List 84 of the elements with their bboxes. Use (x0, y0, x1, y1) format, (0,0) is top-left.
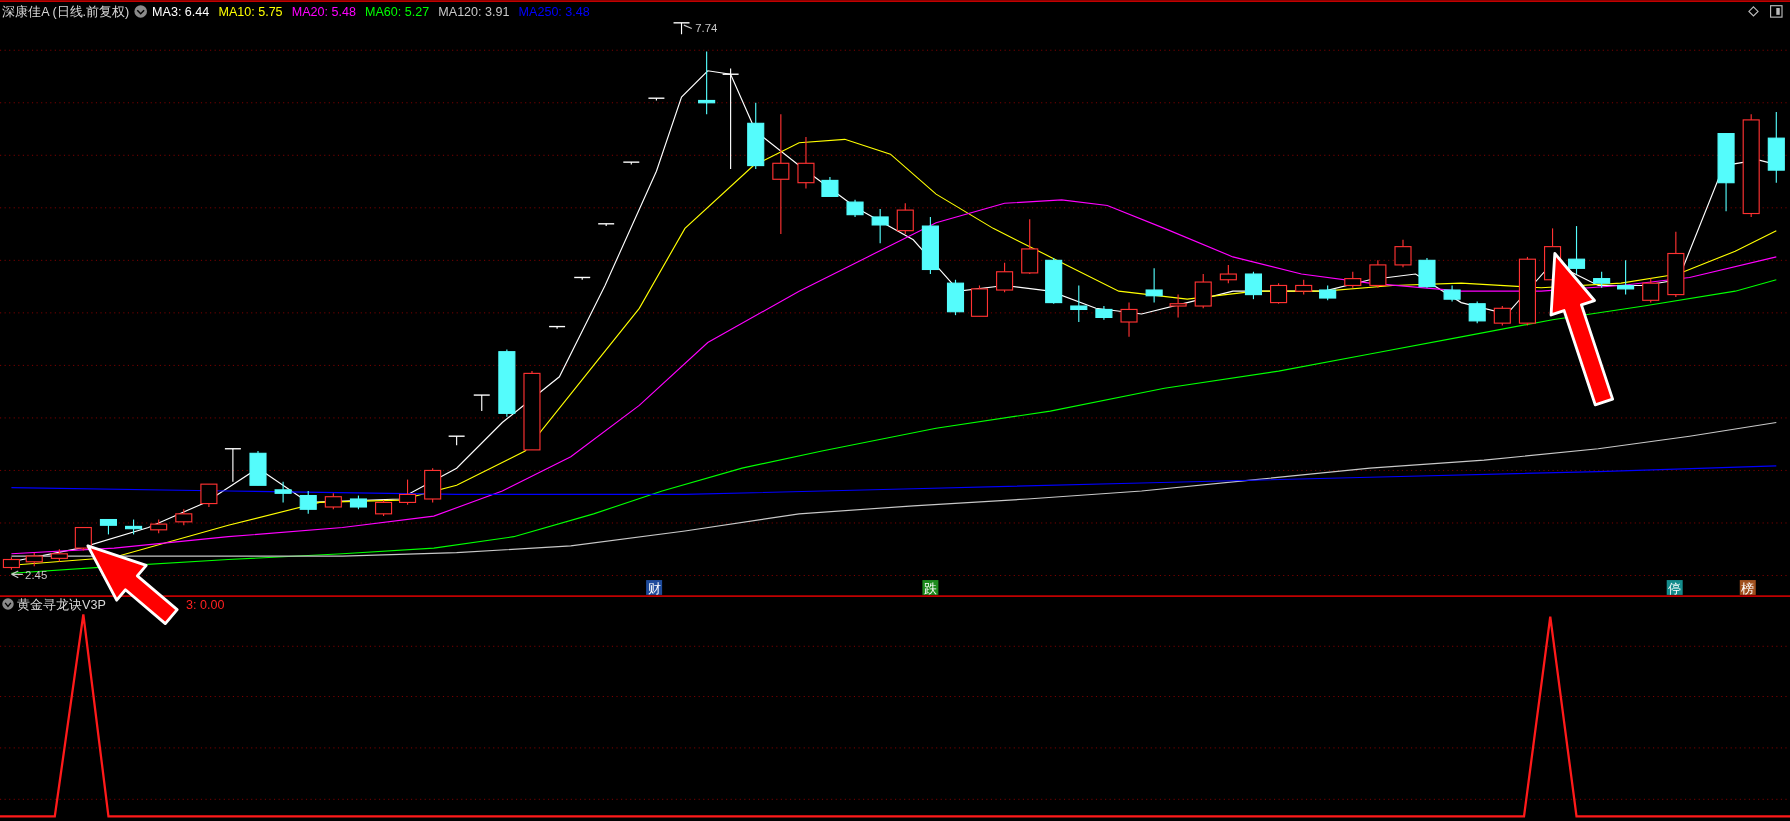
candlestick (1667, 231, 1685, 298)
candlestick (597, 223, 615, 227)
panel-icon[interactable] (1770, 5, 1783, 18)
candlestick (473, 394, 491, 412)
candlestick (2, 556, 20, 571)
candlestick (1394, 239, 1412, 268)
diamond-icon[interactable] (1748, 6, 1759, 17)
candlestick (150, 518, 168, 534)
candlestick (1169, 294, 1187, 318)
candlestick (274, 481, 292, 503)
candlestick (200, 483, 218, 508)
moving-average-value: MA10: 5.75 (218, 5, 283, 19)
indicator-value: 3: 0.00 (186, 597, 225, 612)
candlestick (25, 552, 43, 567)
candlestick (1070, 284, 1088, 323)
signal-label: 榜 (1741, 581, 1755, 596)
candlestick (1369, 259, 1387, 289)
candlestick (1319, 284, 1337, 301)
moving-average-value: MA3: 6.44 (152, 5, 210, 19)
candlestick (1095, 305, 1113, 321)
candlestick (573, 276, 591, 281)
candlestick (1120, 302, 1138, 338)
candlestick (797, 136, 815, 189)
candlestick (299, 490, 317, 515)
candlestick (1194, 273, 1212, 309)
dropdown-icon[interactable] (2, 598, 14, 610)
moving-average-value: MA60: 5.27 (365, 5, 430, 19)
candlestick (1021, 218, 1039, 275)
candlestick (399, 479, 417, 506)
candlestick (996, 262, 1014, 293)
candlestick (1145, 267, 1163, 304)
candlestick (821, 176, 839, 197)
candlestick (1219, 264, 1237, 284)
candlestick (1295, 279, 1313, 296)
moving-average-value: MA120: 3.91 (438, 5, 510, 19)
indicator-title: 黄金寻龙诀V3P (17, 597, 106, 612)
candlestick (647, 97, 666, 102)
candlestick (1493, 305, 1511, 326)
pointer-icon (10, 570, 24, 579)
candlestick (74, 526, 92, 551)
candlestick (375, 499, 393, 517)
candlestick (846, 199, 864, 218)
candlestick (224, 448, 242, 483)
candlestick (1518, 256, 1536, 326)
candlestick (349, 495, 367, 510)
candlestick (424, 467, 442, 503)
signal-label: 停 (1668, 581, 1682, 596)
high-price-label: 7.74 (695, 21, 718, 34)
signal-label: 财 (647, 581, 661, 596)
candlestick (1617, 259, 1635, 296)
candlestick (447, 435, 466, 446)
candlestick (921, 216, 939, 275)
candlestick (175, 508, 193, 526)
candlestick (498, 348, 516, 418)
candlestick (99, 518, 117, 535)
candlestick (50, 548, 68, 563)
candlestick (249, 450, 267, 486)
moving-average-value: MA20: 5.48 (291, 5, 356, 19)
candlestick (698, 50, 716, 115)
candlestick (896, 202, 914, 235)
candlestick (1593, 271, 1611, 289)
candlestick (125, 518, 143, 535)
signal-label: 跌 (923, 581, 937, 596)
candlestick (747, 102, 765, 170)
candlestick (1270, 282, 1288, 305)
candlestick (324, 492, 342, 510)
candlestick (672, 22, 691, 35)
candlestick (946, 279, 965, 316)
candlestick (622, 161, 640, 165)
dropdown-icon[interactable] (134, 5, 147, 18)
candlestick (1642, 278, 1660, 304)
low-price-label: 2.45 (25, 568, 48, 581)
candlestick (871, 208, 889, 244)
candlestick (970, 284, 989, 317)
candlestick (1244, 271, 1262, 300)
stock-title: 深康佳A (日线.前复权) (2, 5, 130, 19)
candlestick (1344, 271, 1362, 289)
candlestick (1045, 257, 1063, 305)
candlestick (1443, 284, 1461, 302)
candlestick (1418, 257, 1436, 289)
candlestick (1567, 225, 1586, 275)
moving-average-value: MA250: 3.48 (518, 5, 590, 19)
candlestick (1468, 300, 1486, 324)
candlestick (548, 325, 566, 330)
